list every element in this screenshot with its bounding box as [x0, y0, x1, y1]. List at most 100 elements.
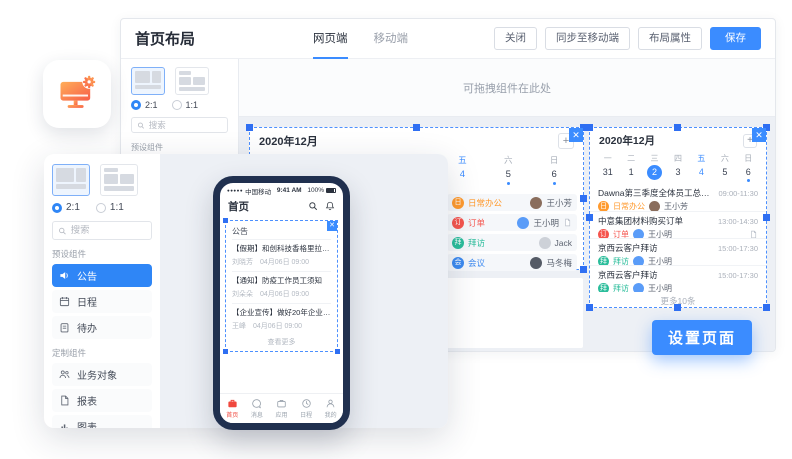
- search-icon[interactable]: [308, 201, 318, 211]
- radio-dot: [52, 203, 62, 213]
- setup-page-button[interactable]: 设置页面: [652, 320, 752, 355]
- battery-icon: [326, 188, 336, 193]
- panel-item-announcement[interactable]: 公告: [52, 264, 152, 287]
- document-icon: [563, 218, 572, 227]
- date-cell[interactable]: 3: [666, 164, 689, 182]
- dropzone[interactable]: 可拖拽组件在此处: [239, 59, 775, 117]
- clipboard-icon: [59, 322, 70, 333]
- event-row[interactable]: 京西云客户拜访15:00-17:30 拜拜访王小明: [590, 265, 766, 292]
- layout-thumbnails: [52, 164, 152, 196]
- tab-mobile[interactable]: 移动端: [374, 19, 409, 59]
- component-search[interactable]: [52, 221, 152, 240]
- event-row[interactable]: Dawna第三季度全体员工总结会09:00-11:30 日日常办公王小芳: [590, 184, 766, 211]
- save-button[interactable]: 保存: [710, 27, 761, 50]
- phone-tab-schedule[interactable]: 日程: [294, 394, 319, 423]
- panel-item-schedule[interactable]: 日程: [52, 290, 152, 313]
- document-icon: [749, 230, 758, 238]
- monitor-gear-icon: [55, 72, 99, 116]
- avatar: [633, 229, 644, 238]
- window-header: 首页布局 网页端 移动端 关闭 同步至移动端 布局属性 保存: [121, 19, 775, 59]
- event-chip-list: 日日常办公 王小芳 订订单 王小明 拜拜访 Jack 会会议 马冬梅: [447, 194, 577, 274]
- date-cell[interactable]: 6: [531, 166, 577, 185]
- radio-2-1[interactable]: 2:1: [131, 100, 158, 110]
- radio-1-1[interactable]: 1:1: [96, 202, 124, 213]
- search-input[interactable]: [71, 225, 146, 236]
- layout-thumb-2-1[interactable]: [52, 164, 90, 196]
- date-cell[interactable]: 4: [690, 164, 713, 182]
- people-icon: [59, 369, 70, 380]
- layout-radios: 2:1 1:1: [131, 100, 228, 110]
- date-cell[interactable]: 6: [737, 164, 760, 182]
- view-more-link[interactable]: 查看更多: [232, 335, 331, 348]
- phone-tab-messages[interactable]: 消息: [245, 394, 270, 423]
- report-icon: [59, 395, 70, 406]
- phone-tab-apps[interactable]: 应用: [269, 394, 294, 423]
- phone-tab-me[interactable]: 我的: [318, 394, 343, 423]
- close-button[interactable]: 关闭: [494, 27, 537, 50]
- announcement-item[interactable]: 【假期】和创科技香格里拉大酒店3层奥 刘晓芳04月06日 09:00: [232, 239, 331, 271]
- chat-icon: [251, 398, 262, 409]
- avatar: [539, 237, 551, 249]
- component-search[interactable]: [131, 117, 228, 133]
- phone-page-title: 首页: [228, 199, 249, 214]
- author: 王峰: [232, 321, 246, 331]
- announcement-item[interactable]: 【通知】防疫工作员工须知 刘朵朵04月06日 09:00: [232, 271, 331, 303]
- date-cell[interactable]: 5: [485, 166, 531, 185]
- calendar-month: 2020年12月: [599, 133, 655, 148]
- date-cell[interactable]: 5: [713, 164, 736, 182]
- battery-label: 100%: [307, 187, 324, 194]
- datetime: 04月06日 09:00: [253, 321, 302, 331]
- tab-web[interactable]: 网页端: [313, 19, 348, 59]
- layout-props-button[interactable]: 布局属性: [638, 27, 702, 50]
- event-chip[interactable]: 订订单 王小明: [447, 214, 577, 231]
- bell-icon[interactable]: [325, 201, 335, 211]
- phone-tab-home[interactable]: 首页: [220, 394, 245, 423]
- radio-1-1[interactable]: 1:1: [172, 100, 199, 110]
- author: 刘朵朵: [232, 289, 253, 299]
- chart-icon: [59, 421, 70, 428]
- announcement-widget[interactable]: ✕ 公告 【假期】和创科技香格里拉大酒店3层奥 刘晓芳04月06日 09:00 …: [225, 220, 338, 352]
- person-icon: [325, 398, 336, 409]
- close-icon[interactable]: ✕: [327, 221, 337, 231]
- radio-dot: [96, 203, 106, 213]
- page-title: 首页布局: [135, 28, 195, 49]
- weekday-row: 一 二 三 四 五 六 日: [590, 150, 766, 164]
- event-chip[interactable]: 会会议 马冬梅: [447, 254, 577, 271]
- search-icon: [58, 226, 67, 236]
- calendar-month: 2020年12月: [259, 133, 318, 149]
- speaker-icon: [59, 270, 70, 281]
- view-tabs: 网页端 移动端: [313, 19, 408, 59]
- radio-2-1[interactable]: 2:1: [52, 202, 80, 213]
- event-row[interactable]: 中意集团材料购买订单13:00-14:30 订订单王小明: [590, 211, 766, 238]
- panel-item-reports[interactable]: 报表: [52, 389, 152, 412]
- event-chip[interactable]: 日日常办公 王小芳: [447, 194, 577, 211]
- preset-section-label: 预设组件: [131, 142, 228, 153]
- close-icon[interactable]: ✕: [752, 128, 766, 142]
- briefcase-icon: [276, 398, 287, 409]
- phone-status-bar: ●●●●●中国移动 9:41 AM 100%: [220, 183, 343, 196]
- panel-item-todo[interactable]: 待办: [52, 316, 152, 339]
- month-calendar-widget[interactable]: ✕ 2020年12月 + 一 二 三 四 五 六 日 31 1 2 3 4 5: [589, 127, 767, 308]
- search-input[interactable]: [149, 120, 222, 130]
- search-icon: [137, 121, 145, 130]
- layout-thumb-2-1[interactable]: [131, 67, 165, 95]
- event-list: Dawna第三季度全体员工总结会09:00-11:30 日日常办公王小芳 中意集…: [590, 184, 766, 307]
- date-cell[interactable]: 31: [596, 164, 619, 182]
- app-icon[interactable]: [43, 60, 111, 128]
- avatar: [517, 217, 529, 229]
- layout-thumb-1-1[interactable]: [175, 67, 209, 95]
- layout-thumb-1-1[interactable]: [100, 164, 138, 196]
- panel-item-business-objects[interactable]: 业务对象: [52, 363, 152, 386]
- close-icon[interactable]: ✕: [569, 128, 583, 142]
- author: 刘晓芳: [232, 257, 253, 267]
- datetime: 04月06日 09:00: [260, 289, 309, 299]
- panel-item-charts[interactable]: 图表: [52, 415, 152, 428]
- date-cell[interactable]: 1: [619, 164, 642, 182]
- event-chip[interactable]: 拜拜访 Jack: [447, 234, 577, 251]
- sync-mobile-button[interactable]: 同步至移动端: [545, 27, 630, 50]
- phone-nav-bar: 首页: [220, 196, 343, 216]
- event-row[interactable]: 京西云客户拜访15:00-17:30 拜拜访王小明: [590, 238, 766, 265]
- announcement-item[interactable]: 【企业宣传】做好20年企业宣传计划报告会 王峰04月06日 09:00: [232, 303, 331, 335]
- date-cell-selected[interactable]: 2: [643, 164, 666, 182]
- avatar: [530, 257, 542, 269]
